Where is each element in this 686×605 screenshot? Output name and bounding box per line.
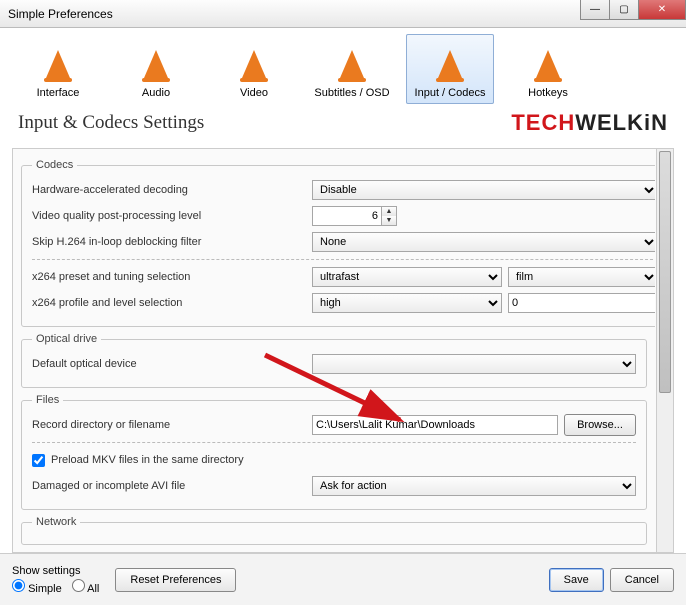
vq-input[interactable] [312, 206, 382, 226]
record-label: Record directory or filename [32, 419, 312, 431]
optical-select[interactable] [312, 354, 636, 374]
prefs-tabs: Interface Audio Video Subtitles / OSD In… [0, 28, 686, 104]
vertical-scrollbar[interactable] [656, 149, 673, 552]
tune-select[interactable]: film [508, 267, 655, 287]
optical-legend: Optical drive [32, 333, 101, 345]
profile-label: x264 profile and level selection [32, 297, 312, 309]
cone-icon [39, 45, 77, 83]
hw-decode-label: Hardware-accelerated decoding [32, 184, 312, 196]
preload-checkbox[interactable] [32, 454, 45, 467]
record-input[interactable] [312, 415, 558, 435]
skip-label: Skip H.264 in-loop deblocking filter [32, 236, 312, 248]
hw-decode-select[interactable]: Disable [312, 180, 655, 200]
close-button[interactable]: ✕ [638, 0, 686, 20]
vq-down-icon[interactable]: ▼ [382, 216, 396, 225]
cancel-button[interactable]: Cancel [610, 568, 674, 592]
tab-label: Audio [142, 87, 170, 99]
tab-label: Hotkeys [528, 87, 568, 99]
network-legend: Network [32, 516, 80, 528]
simple-radio[interactable]: Simple [12, 579, 62, 595]
profile-select[interactable]: high [312, 293, 502, 313]
tab-interface[interactable]: Interface [14, 34, 102, 104]
optical-group: Optical drive Default optical device [21, 333, 647, 388]
page-title: Input & Codecs Settings [18, 112, 204, 134]
tab-label: Interface [37, 87, 80, 99]
tab-video[interactable]: Video [210, 34, 298, 104]
vq-up-icon[interactable]: ▲ [382, 207, 396, 216]
preset-select[interactable]: ultrafast [312, 267, 502, 287]
save-button[interactable]: Save [549, 568, 604, 592]
keyboard-cone-icon [529, 45, 567, 83]
skip-select[interactable]: None [312, 232, 655, 252]
plug-cone-icon [431, 45, 469, 83]
settings-scroll-area: Codecs Hardware-accelerated decoding Dis… [12, 148, 674, 553]
brand-watermark: TECHWELKiN [511, 110, 668, 136]
window-title: Simple Preferences [8, 7, 113, 21]
avi-label: Damaged or incomplete AVI file [32, 480, 312, 492]
files-legend: Files [32, 394, 63, 406]
footer-bar: Show settings Simple All Reset Preferenc… [0, 553, 686, 605]
tab-label: Subtitles / OSD [314, 87, 389, 99]
scrollbar-thumb[interactable] [659, 151, 671, 393]
tab-label: Input / Codecs [415, 87, 486, 99]
avi-select[interactable]: Ask for action [312, 476, 636, 496]
reset-preferences-button[interactable]: Reset Preferences [115, 568, 236, 592]
vq-label: Video quality post-processing level [32, 210, 312, 222]
headphones-cone-icon [137, 45, 175, 83]
tab-label: Video [240, 87, 268, 99]
tab-hotkeys[interactable]: Hotkeys [504, 34, 592, 104]
all-radio[interactable]: All [72, 579, 100, 595]
network-group: Network [21, 516, 647, 545]
maximize-button[interactable]: ▢ [609, 0, 639, 20]
tab-input-codecs[interactable]: Input / Codecs [406, 34, 494, 104]
film-cone-icon [235, 45, 273, 83]
show-settings-label: Show settings [12, 565, 99, 577]
optical-label: Default optical device [32, 358, 312, 370]
level-input[interactable] [508, 293, 655, 313]
minimize-button[interactable]: — [580, 0, 610, 20]
preset-label: x264 preset and tuning selection [32, 271, 312, 283]
tab-subtitles[interactable]: Subtitles / OSD [308, 34, 396, 104]
browse-button[interactable]: Browse... [564, 414, 636, 436]
codecs-group: Codecs Hardware-accelerated decoding Dis… [21, 159, 655, 327]
preload-label: Preload MKV files in the same directory [51, 454, 244, 466]
osd-cone-icon [333, 45, 371, 83]
files-group: Files Record directory or filename Brows… [21, 394, 647, 510]
titlebar: Simple Preferences — ▢ ✕ [0, 0, 686, 28]
tab-audio[interactable]: Audio [112, 34, 200, 104]
codecs-legend: Codecs [32, 159, 77, 171]
